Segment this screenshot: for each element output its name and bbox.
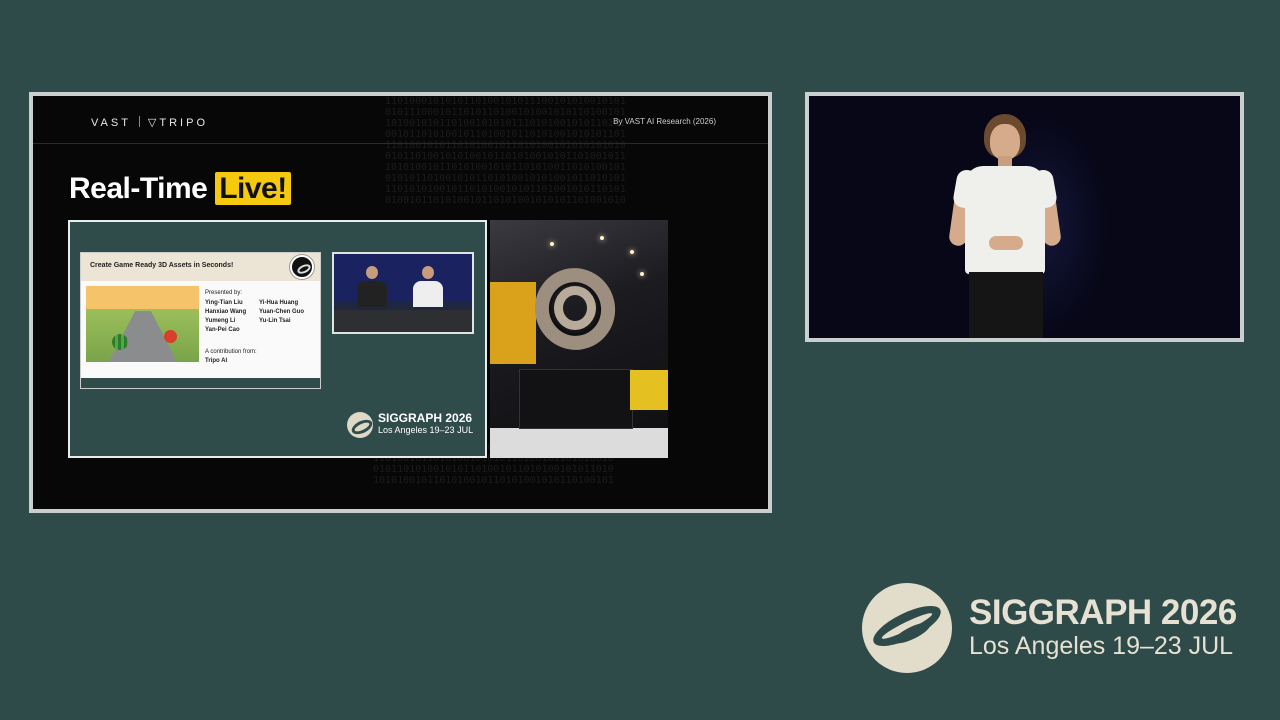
siggraph-logo-icon	[862, 583, 952, 673]
title-main: Real-Time	[69, 172, 208, 205]
presenters-column-1: Ying-Tian Liu Hanxiao Wang Yumeng Li Yan…	[205, 299, 265, 335]
presenter-figure	[354, 266, 390, 316]
presenter-name: Yumeng Li	[205, 318, 236, 324]
siggraph-mini-place: Los Angeles 19–23 JUL	[378, 425, 474, 435]
speaker-face	[990, 124, 1020, 160]
presenter-name: Hanxiao Wang	[205, 309, 247, 315]
brand-logos: VAST ▽TRIPO	[91, 116, 208, 129]
siggraph-logo-icon	[290, 255, 314, 279]
tripo-logo-icon: ▽TRIPO	[147, 117, 208, 129]
ceiling-light	[550, 242, 554, 246]
speaker-camera-frame	[805, 92, 1244, 342]
presenter-name: Yu-Lin Tsai	[259, 318, 291, 324]
table-surface	[490, 428, 668, 458]
presentation-slide: 1101000101010110100101011100101010010101…	[33, 96, 768, 509]
siggraph-mini-name: SIGGRAPH 2026	[378, 411, 473, 425]
speaker-pants	[969, 272, 1043, 338]
presenter-name: Yuan-Chen Guo	[259, 309, 304, 315]
presenter-name: Yi-Hua Huang	[259, 300, 299, 306]
siggraph-logo-icon	[347, 412, 373, 438]
slide-frame: 1101000101010110100101011100101010010101…	[29, 92, 772, 513]
trophy-ring-inner-shape	[554, 286, 596, 330]
presenter-figure	[408, 266, 448, 316]
teal-content-panel: Create Game Ready 3D Assets in Seconds! …	[68, 220, 487, 458]
brand-divider	[138, 116, 140, 127]
yellow-wall-shape	[490, 282, 536, 364]
tomato-shape	[164, 330, 177, 343]
card-footer	[81, 378, 320, 388]
slide-byline: By VAST AI Research (2026)	[613, 117, 716, 126]
speaker-hands	[989, 236, 1023, 250]
presenters-block: Presented by: Ying-Tian Liu Hanxiao Wang…	[205, 289, 304, 333]
title-highlight: Live!	[215, 172, 291, 205]
yellow-box-shape	[630, 370, 668, 410]
speaker-figure	[948, 114, 1069, 338]
presented-by-label: Presented by:	[205, 290, 243, 296]
presenters-column-2: Yi-Hua Huang Yuan-Chen Guo Yu-Lin Tsai	[259, 299, 319, 326]
contribution-org: Tripo AI	[205, 358, 228, 364]
card-heading: Create Game Ready 3D Assets in Seconds!	[90, 262, 234, 269]
watermelon-shape	[112, 334, 128, 350]
ceiling-light	[630, 250, 634, 254]
ceiling-light	[640, 272, 644, 276]
speaker-camera-feed	[809, 96, 1240, 338]
trophy-photo	[490, 220, 668, 458]
contribution-label: A contribution from:	[205, 349, 257, 355]
siggraph-name: SIGGRAPH 2026	[969, 593, 1237, 632]
slide-header: VAST ▽TRIPO By VAST AI Research (2026)	[33, 96, 768, 144]
slide-title: Real-Time Live!	[69, 172, 291, 206]
stage-video-thumbnail	[332, 252, 474, 334]
presenter-name: Ying-Tian Liu	[205, 300, 243, 306]
card-header: Create Game Ready 3D Assets in Seconds!	[81, 253, 320, 281]
trophy-base	[520, 370, 632, 428]
ceiling-light	[600, 236, 604, 240]
presentation-card: Create Game Ready 3D Assets in Seconds! …	[80, 252, 321, 389]
vast-logo: VAST	[91, 117, 131, 129]
contribution-block: A contribution from: Tripo AI	[205, 348, 257, 366]
game-screenshot-image	[86, 286, 199, 362]
siggraph-place: Los Angeles 19–23 JUL	[969, 632, 1234, 660]
siggraph-branding: SIGGRAPH 2026 Los Angeles 19–23 JUL	[862, 582, 1252, 676]
presenter-name: Yan-Pei Cao	[205, 327, 240, 333]
